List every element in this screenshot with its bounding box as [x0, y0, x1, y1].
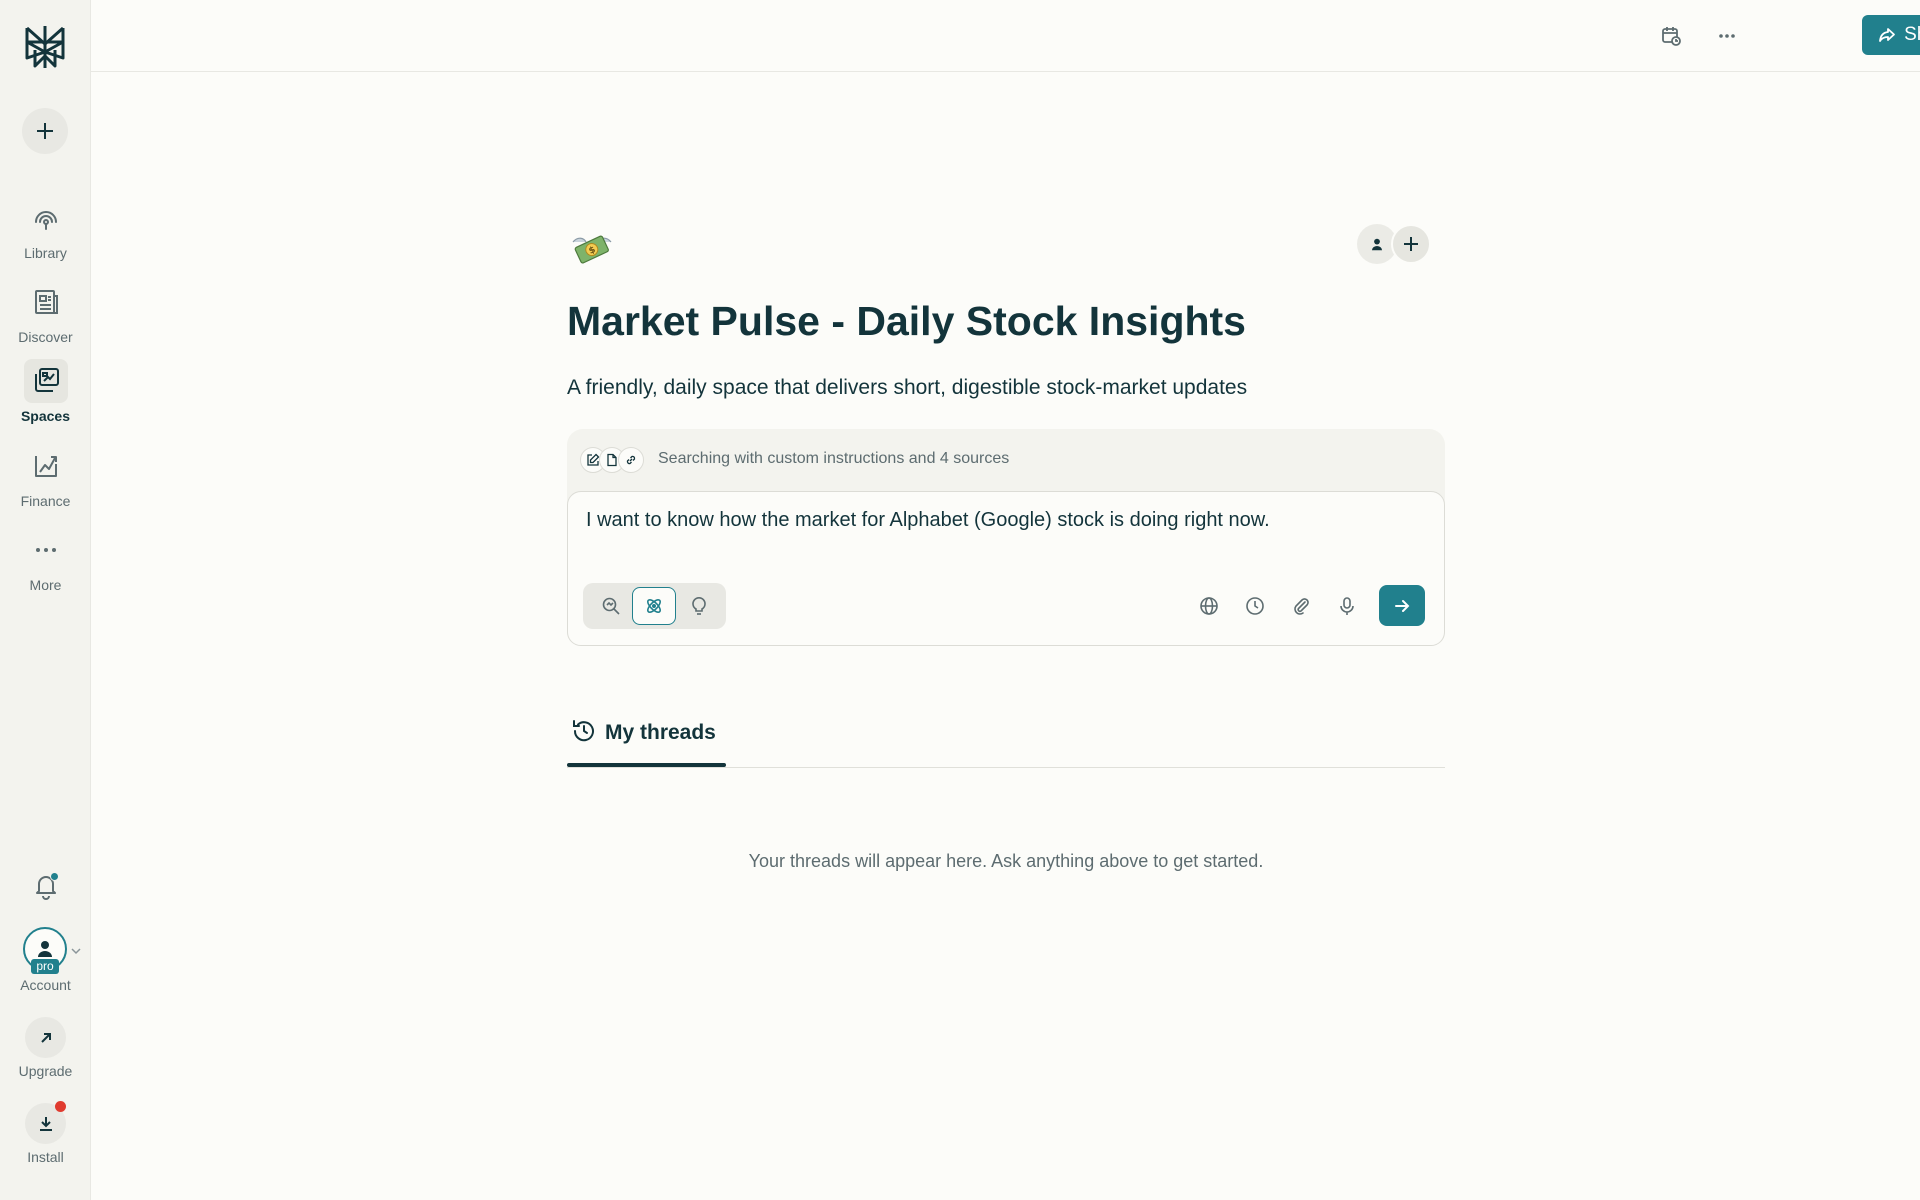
search-icon — [602, 597, 620, 615]
account-label: Account — [20, 977, 71, 993]
collaborators-group[interactable] — [1357, 224, 1433, 264]
custom-instructions-sources[interactable] — [580, 446, 644, 474]
install-label: Install — [27, 1149, 64, 1165]
threads-empty-message: Your threads will appear here. Ask anyth… — [748, 851, 1264, 871]
plus-icon — [1404, 237, 1418, 251]
plus-icon — [37, 123, 53, 139]
paperclip-icon[interactable] — [1287, 592, 1315, 620]
finance-icon — [24, 444, 68, 488]
sidebar: Library Discover Spaces Finance More pro… — [0, 0, 91, 1200]
more-options-icon[interactable] — [1711, 20, 1743, 52]
arrow-up-right-icon — [40, 1032, 51, 1043]
share-label: Share — [1904, 24, 1920, 45]
download-icon — [39, 1116, 52, 1131]
sidebar-item-finance[interactable]: Finance — [0, 444, 91, 509]
arrow-right-icon — [1395, 599, 1410, 612]
page-title: Market Pulse - Daily Stock Insights — [567, 298, 1246, 344]
top-bar: Share — [91, 0, 1920, 72]
query-input[interactable]: I want to know how the market for Alphab… — [586, 509, 1270, 532]
install-notification-dot — [55, 1101, 66, 1112]
pro-badge: pro — [31, 959, 59, 974]
sidebar-item-more[interactable]: More — [0, 528, 91, 593]
library-icon — [24, 196, 68, 240]
schedule-calendar-icon[interactable] — [1655, 20, 1687, 52]
sidebar-item-label: More — [29, 577, 62, 593]
history-icon — [573, 720, 594, 742]
search-mode-selector — [583, 583, 726, 629]
upgrade-label: Upgrade — [18, 1063, 73, 1079]
share-button[interactable]: Share — [1862, 15, 1920, 55]
user-icon — [1371, 238, 1383, 250]
add-collaborator-button[interactable] — [1391, 224, 1431, 264]
sidebar-item-discover[interactable]: Discover — [0, 280, 91, 345]
perplexity-logo-icon[interactable] — [21, 22, 69, 72]
sidebar-item-spaces[interactable]: Spaces — [0, 359, 91, 424]
tab-divider — [567, 767, 1445, 768]
sidebar-item-library[interactable]: Library — [0, 196, 91, 261]
globe-icon[interactable] — [1195, 592, 1223, 620]
sidebar-item-label: Finance — [20, 493, 71, 509]
tab-my-threads[interactable]: My threads — [567, 716, 726, 768]
discover-icon — [24, 280, 68, 324]
link-icon — [618, 447, 644, 473]
lightbulb-icon — [692, 597, 706, 615]
search-mode-button[interactable] — [589, 587, 633, 625]
custom-instructions-status: Searching with custom instructions and 4… — [658, 450, 1010, 467]
more-icon — [24, 528, 68, 572]
microphone-icon[interactable] — [1333, 592, 1361, 620]
space-description: A friendly, daily space that delivers sh… — [567, 376, 1248, 399]
research-mode-button[interactable] — [632, 587, 676, 625]
upgrade-button[interactable] — [25, 1017, 66, 1058]
clock-icon[interactable] — [1241, 592, 1269, 620]
chevron-down-icon[interactable] — [71, 942, 81, 960]
sidebar-item-label: Library — [24, 245, 67, 261]
submit-button[interactable] — [1379, 585, 1425, 626]
labs-mode-button[interactable] — [677, 587, 721, 625]
notification-dot — [50, 872, 59, 881]
user-icon — [38, 941, 52, 957]
share-icon — [1879, 28, 1896, 42]
sidebar-item-label: Spaces — [20, 408, 71, 424]
spaces-icon — [23, 359, 68, 403]
tab-label: My threads — [605, 721, 716, 744]
new-thread-button[interactable] — [22, 108, 68, 154]
research-atom-icon — [647, 599, 661, 613]
sidebar-item-label: Discover — [18, 329, 73, 345]
space-emoji-money-icon[interactable]: $ — [570, 228, 614, 268]
